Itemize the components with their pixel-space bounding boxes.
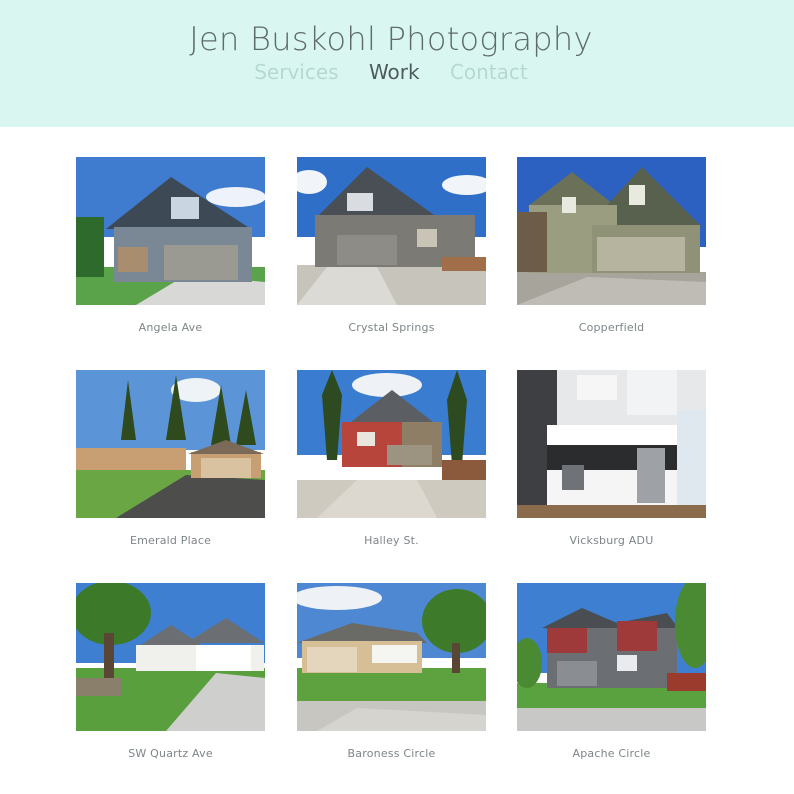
property-photo[interactable] <box>517 583 706 731</box>
property-photo[interactable] <box>517 157 706 305</box>
item-caption: Baroness Circle <box>347 747 436 760</box>
main-nav: Services Work Contact <box>0 60 782 84</box>
item-caption: Copperfield <box>578 321 645 334</box>
item-caption: Halley St. <box>364 534 419 547</box>
property-photo[interactable] <box>76 583 265 731</box>
portfolio-item[interactable]: SW Quartz Ave <box>76 583 265 760</box>
nav-work[interactable]: Work <box>369 60 420 84</box>
portfolio-item[interactable]: Baroness Circle <box>297 583 486 760</box>
portfolio-item[interactable]: Vicksburg ADU <box>517 370 706 547</box>
property-photo[interactable] <box>297 157 486 305</box>
site-header: Jen Buskohl Photography Services Work Co… <box>0 0 794 127</box>
item-caption: Apache Circle <box>572 747 651 760</box>
portfolio-item[interactable]: Apache Circle <box>517 583 706 760</box>
item-caption: SW Quartz Ave <box>128 747 213 760</box>
portfolio-item[interactable]: Emerald Place <box>76 370 265 547</box>
portfolio-item[interactable]: Crystal Springs <box>297 157 486 334</box>
property-photo[interactable] <box>76 157 265 305</box>
nav-contact[interactable]: Contact <box>450 60 528 84</box>
item-caption: Emerald Place <box>129 534 212 547</box>
item-caption: Angela Ave <box>138 321 203 334</box>
property-photo[interactable] <box>76 370 265 518</box>
property-photo[interactable] <box>297 583 486 731</box>
nav-services[interactable]: Services <box>254 60 338 84</box>
item-caption: Vicksburg ADU <box>569 534 654 547</box>
property-photo[interactable] <box>517 370 706 518</box>
site-title[interactable]: Jen Buskohl Photography <box>0 20 782 58</box>
portfolio-item[interactable]: Angela Ave <box>76 157 265 334</box>
property-photo[interactable] <box>297 370 486 518</box>
portfolio-item[interactable]: Copperfield <box>517 157 706 334</box>
item-caption: Crystal Springs <box>348 321 435 334</box>
portfolio-item[interactable]: Halley St. <box>297 370 486 547</box>
